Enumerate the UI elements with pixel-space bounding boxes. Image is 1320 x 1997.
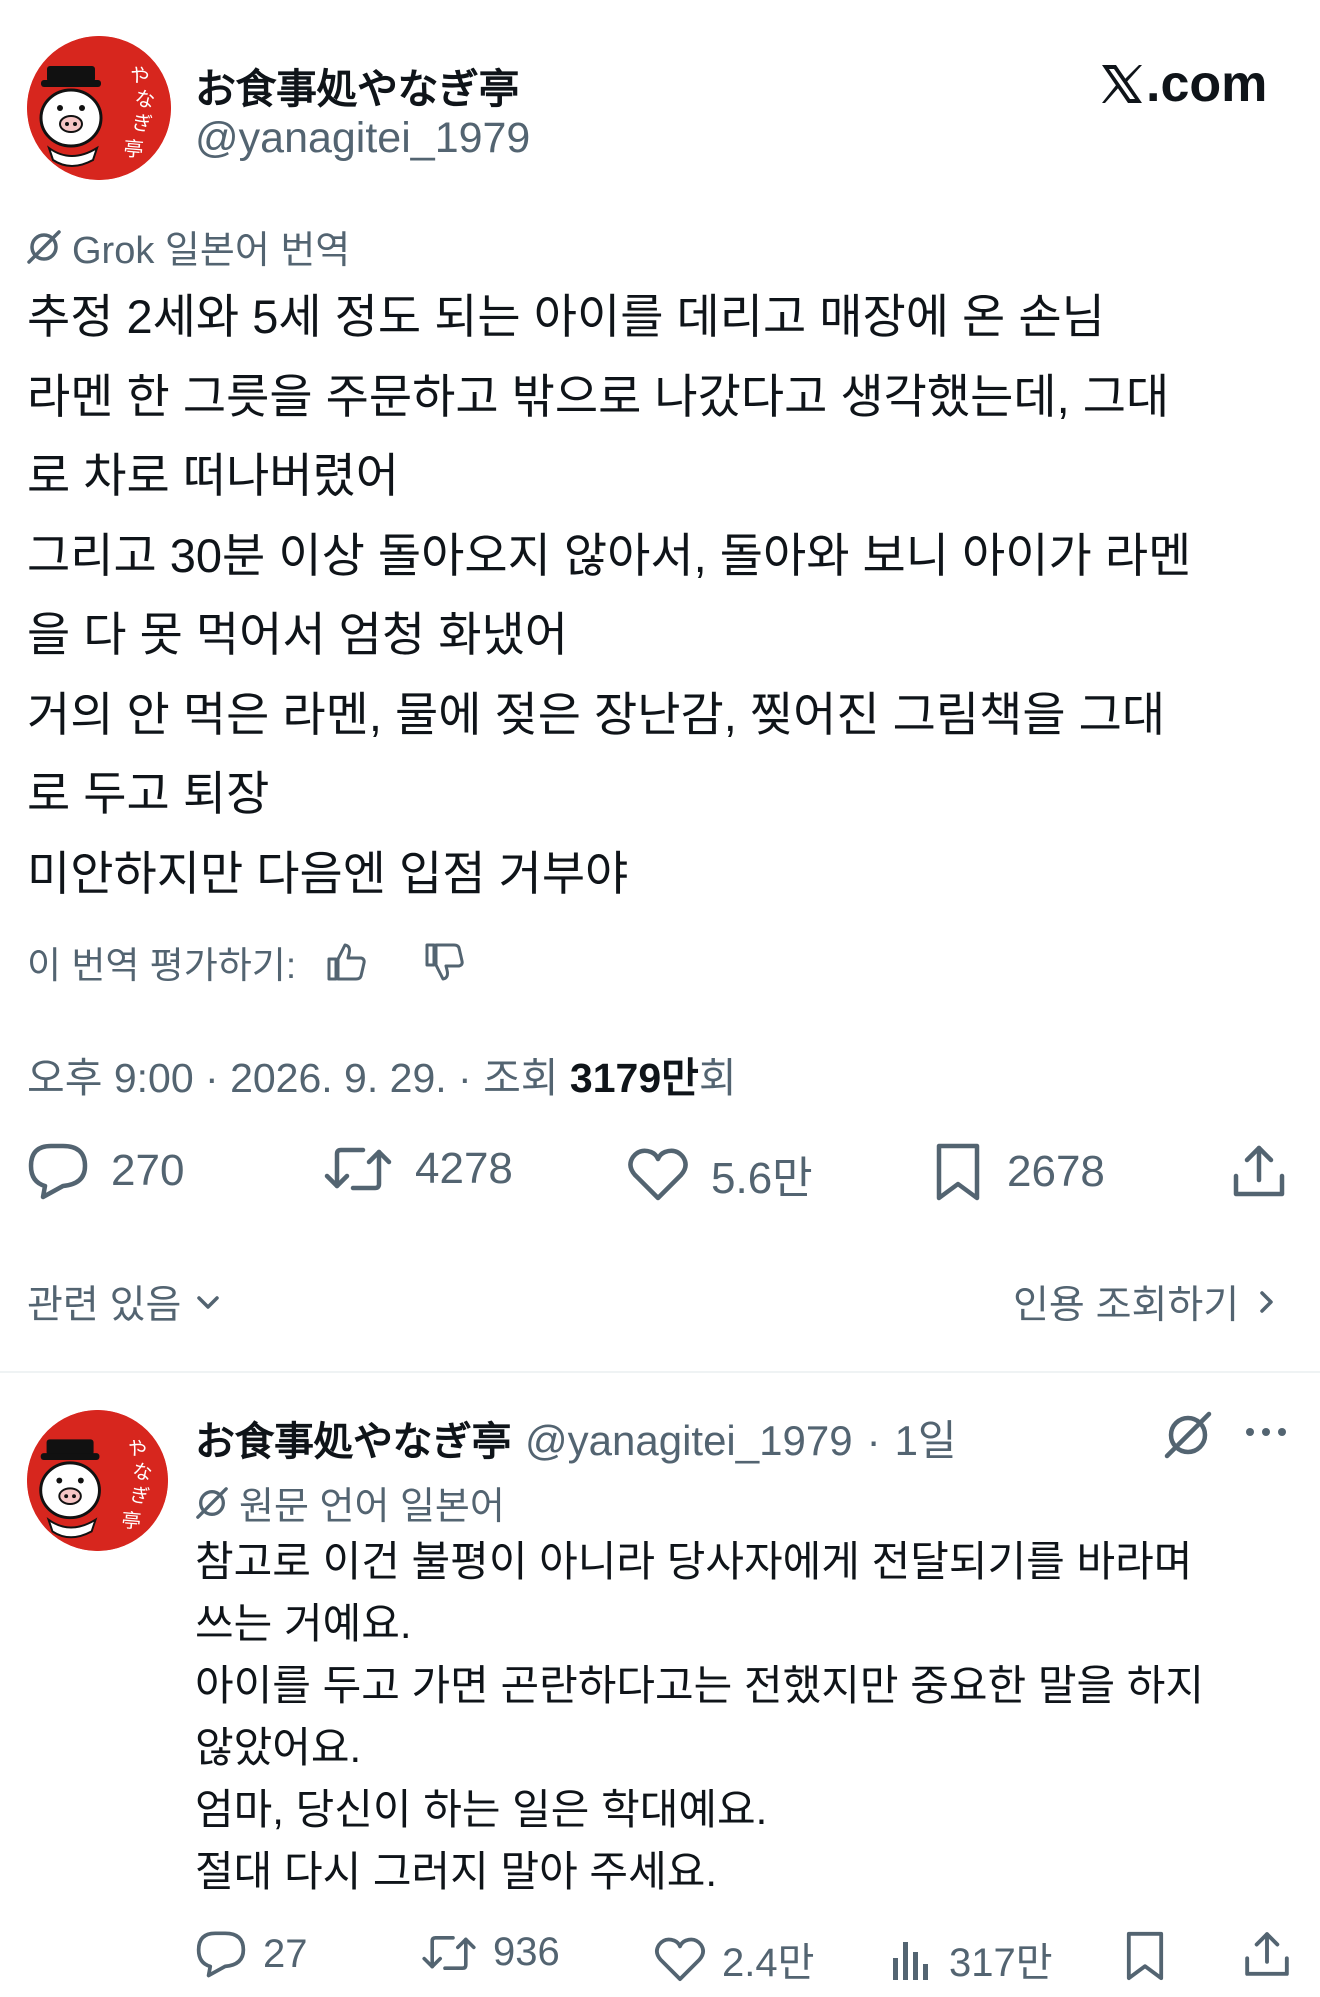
reply-like-button[interactable]: 2.4만 bbox=[654, 1930, 814, 1988]
like-button[interactable]: 5.6만 bbox=[627, 1142, 813, 1206]
tweet-line: 로 두고 퇴장 bbox=[27, 767, 270, 820]
tweet-text: 추정 2세와 5세 정도 되는 아이를 데리고 매장에 온 손님 라멘 한 그릇… bbox=[27, 277, 1191, 913]
reply-line: 엄마, 당신이 하는 일은 학대예요. bbox=[195, 1786, 768, 1833]
bookmark-icon bbox=[1122, 1930, 1168, 1982]
reply-age[interactable]: 1일 bbox=[895, 1407, 957, 1468]
reply-icon bbox=[27, 1142, 89, 1200]
thumbs-down-icon[interactable] bbox=[424, 942, 466, 982]
divider bbox=[0, 1371, 1320, 1373]
reply-text: 참고로 이건 불평이 아니라 당사자에게 전달되기를 바라며 쓰는 거예요. 아… bbox=[195, 1531, 1204, 1903]
handle[interactable]: @yanagitei_1979 bbox=[195, 114, 530, 163]
reply-button[interactable]: 270 bbox=[27, 1142, 184, 1200]
original-language-label: 원문 언어 일본어 bbox=[195, 1475, 505, 1530]
reply-header: お食事処やなぎ亭 @yanagitei_1979 · 1일 bbox=[195, 1407, 957, 1468]
tweet-line: 미안하지만 다음엔 입점 거부야 bbox=[27, 846, 629, 900]
view-quotes-link[interactable]: 인용 조회하기 bbox=[1013, 1274, 1281, 1330]
share-button[interactable] bbox=[1230, 1142, 1288, 1200]
share-icon bbox=[1242, 1928, 1292, 1980]
view-count: 317만 bbox=[949, 1941, 1053, 1985]
tweet-line: 라멘 한 그릇을 주문하고 밖으로 나갔다고 생각했는데, 그대 bbox=[27, 369, 1170, 423]
reply-share-button[interactable] bbox=[1242, 1928, 1292, 1980]
related-toggle[interactable]: 관련 있음 bbox=[27, 1274, 223, 1330]
reply-icon bbox=[195, 1930, 247, 1978]
quotes-label: 인용 조회하기 bbox=[1013, 1284, 1240, 1327]
separator: · bbox=[866, 1417, 881, 1464]
reply-line: 절대 다시 그러지 말아 주세요. bbox=[195, 1848, 718, 1895]
like-icon bbox=[627, 1146, 689, 1202]
x-logo-icon bbox=[1100, 63, 1144, 105]
more-button[interactable] bbox=[1244, 1420, 1288, 1444]
like-icon bbox=[654, 1935, 706, 1983]
rate-translation: 이 번역 평가하기: bbox=[27, 935, 466, 989]
svg-text:ぎ: ぎ bbox=[128, 1483, 151, 1509]
reply-line: 쓰는 거예요. bbox=[195, 1600, 412, 1647]
like-count: 2.4만 bbox=[722, 1941, 815, 1985]
reply-display-name[interactable]: お食事処やなぎ亭 bbox=[195, 1409, 512, 1467]
translation-label: Grok 일본어 번역 bbox=[26, 219, 350, 274]
avatar[interactable]: や な ぎ 亭 bbox=[27, 36, 171, 180]
svg-text:ぎ: ぎ bbox=[130, 110, 154, 137]
display-name[interactable]: お食事処やなぎ亭 bbox=[195, 55, 520, 115]
reply-avatar[interactable]: や な ぎ 亭 bbox=[27, 1410, 168, 1551]
bookmark-count: 2678 bbox=[1007, 1147, 1105, 1196]
tweet-line: 거의 안 먹은 라멘, 물에 젖은 장난감, 찢어진 그림책을 그대 bbox=[27, 687, 1166, 741]
view-unit: 회 bbox=[698, 1055, 737, 1101]
thumbs-up-icon[interactable] bbox=[326, 942, 368, 982]
bookmark-icon bbox=[931, 1142, 985, 1202]
site-label: .com bbox=[1146, 55, 1268, 113]
reply-bookmark-button[interactable] bbox=[1122, 1930, 1168, 1982]
svg-text:亭: 亭 bbox=[121, 1509, 143, 1534]
site-badge: .com bbox=[1100, 54, 1267, 114]
reply-line: 참고로 이건 불평이 아니라 당사자에게 전달되기를 바라며 bbox=[195, 1538, 1193, 1585]
retweet-count: 4278 bbox=[415, 1144, 513, 1193]
timestamp[interactable]: 오후 9:00 · 2026. 9. 29. · 조회 bbox=[27, 1044, 570, 1104]
retweet-icon bbox=[421, 1931, 477, 1975]
rate-label: 이 번역 평가하기: bbox=[27, 945, 297, 986]
related-label: 관련 있음 bbox=[27, 1284, 182, 1327]
grok-button[interactable] bbox=[1163, 1410, 1213, 1460]
tweet-line: 로 차로 떠나버렸어 bbox=[27, 449, 400, 502]
reply-count: 27 bbox=[263, 1931, 308, 1976]
reply-line: 아이를 두고 가면 곤란하다고는 전했지만 중요한 말을 하지 bbox=[195, 1662, 1205, 1709]
chevron-down-icon bbox=[193, 1287, 223, 1317]
grok-icon bbox=[26, 229, 62, 265]
views-icon bbox=[889, 1936, 933, 1982]
retweet-count: 936 bbox=[493, 1930, 560, 1974]
svg-text:亭: 亭 bbox=[123, 136, 145, 162]
reply-handle[interactable]: @yanagitei_1979 bbox=[525, 1417, 853, 1465]
like-count: 5.6만 bbox=[711, 1154, 813, 1203]
retweet-icon bbox=[323, 1142, 393, 1196]
share-icon bbox=[1230, 1142, 1288, 1200]
reply-views-button[interactable]: 317만 bbox=[889, 1930, 1053, 1988]
tweet-line: 그리고 30분 이상 돌아오지 않아서, 돌아와 보니 아이가 라멘 bbox=[27, 528, 1192, 582]
bookmark-button[interactable]: 2678 bbox=[931, 1142, 1105, 1202]
reply-count: 270 bbox=[111, 1146, 185, 1195]
view-count: 3179만 bbox=[569, 1055, 699, 1101]
tweet-line: 을 다 못 먹어서 엄청 화냈어 bbox=[27, 608, 568, 661]
grok-icon bbox=[1163, 1410, 1213, 1460]
reply-reply-button[interactable]: 27 bbox=[195, 1930, 308, 1978]
more-icon bbox=[1244, 1420, 1288, 1444]
grok-icon bbox=[195, 1486, 229, 1520]
reply-line: 않았어요. bbox=[195, 1724, 362, 1771]
tweet-line: 추정 2세와 5세 정도 되는 아이를 데리고 매장에 온 손님 bbox=[27, 290, 1105, 343]
reply-retweet-button[interactable]: 936 bbox=[421, 1930, 560, 1975]
retweet-button[interactable]: 4278 bbox=[323, 1142, 513, 1196]
chevron-right-icon bbox=[1251, 1287, 1281, 1317]
tweet-meta: 오후 9:00 · 2026. 9. 29. · 조회 3179만 회 bbox=[27, 1044, 737, 1104]
